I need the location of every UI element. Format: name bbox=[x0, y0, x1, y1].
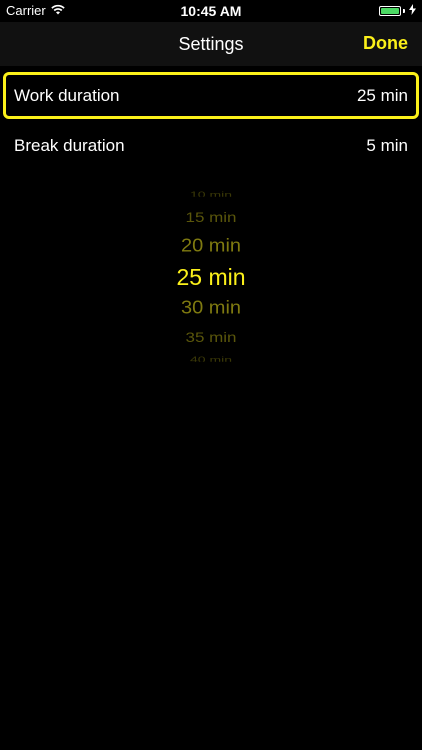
work-duration-value: 25 min bbox=[356, 86, 408, 105]
picker-option[interactable]: 15 min bbox=[111, 210, 311, 224]
page-title: Settings bbox=[178, 34, 244, 54]
charging-bolt-icon bbox=[409, 4, 416, 18]
break-duration-row[interactable]: Break duration 5 min bbox=[0, 124, 422, 170]
done-button[interactable]: Done bbox=[363, 33, 408, 54]
picker-option[interactable]: 10 min bbox=[111, 190, 311, 197]
status-right bbox=[379, 4, 416, 18]
duration-picker[interactable]: 10 min 15 min 20 min 25 min 30 min 35 min 40 m… bbox=[111, 190, 311, 368]
battery-icon bbox=[379, 6, 401, 16]
picker-option[interactable]: 40 min bbox=[111, 355, 311, 362]
work-duration-label: Work duration bbox=[14, 86, 120, 105]
break-duration-label: Break duration bbox=[14, 136, 125, 155]
battery-tip bbox=[403, 9, 405, 13]
break-duration-value: 5 min bbox=[366, 136, 408, 155]
picker-option[interactable]: 35 min bbox=[111, 330, 311, 344]
status-time: 10:45 AM bbox=[180, 3, 242, 19]
work-duration-row[interactable]: Work duration 25 min bbox=[3, 72, 419, 119]
picker-option[interactable]: 20 min bbox=[111, 237, 311, 255]
battery-level bbox=[381, 8, 399, 14]
picker-option[interactable]: 30 min bbox=[111, 299, 311, 317]
navigation-bar: Settings Done bbox=[0, 22, 422, 66]
picker-option[interactable]: 25 min bbox=[111, 265, 311, 289]
status-bar: Carrier 10:45 AM bbox=[0, 0, 422, 22]
